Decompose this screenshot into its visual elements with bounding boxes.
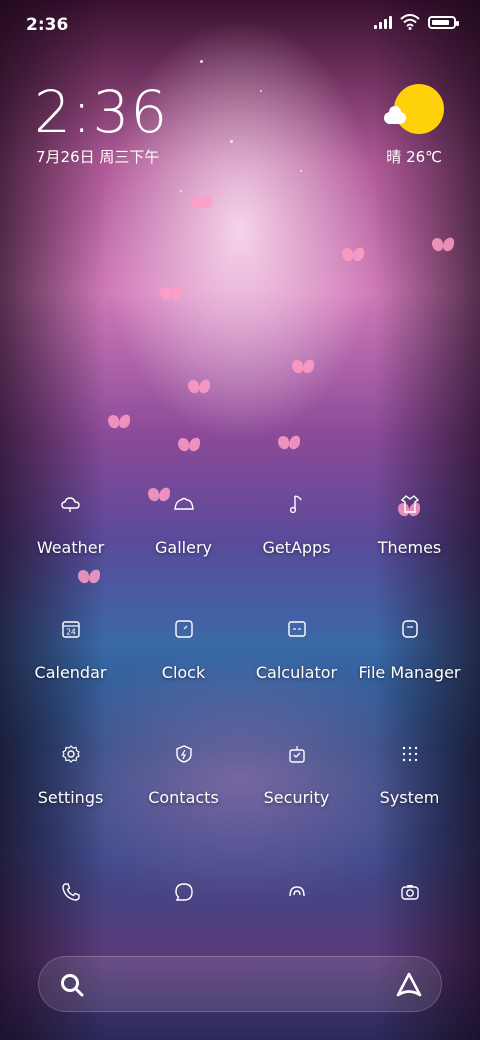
app-calendar[interactable]: 24 Calendar <box>14 609 127 734</box>
svg-text:24: 24 <box>66 628 76 637</box>
gallery-icon[interactable] <box>164 484 204 524</box>
app-settings[interactable]: Settings <box>14 734 127 859</box>
status-icons <box>374 14 459 30</box>
assistant-icon[interactable] <box>395 971 423 999</box>
cloud-icon <box>384 106 406 124</box>
app-label: Weather <box>36 538 105 557</box>
lockscreen-clock[interactable]: 2:36 <box>34 78 168 146</box>
battery-icon <box>428 15 459 29</box>
app-file-manager[interactable]: File Manager <box>353 609 466 734</box>
status-bar: 2:36 <box>0 0 480 50</box>
app-label: GetApps <box>262 538 331 557</box>
lockscreen-date: 7月26日 周三下午 <box>36 148 160 166</box>
app-label: Settings <box>37 788 104 807</box>
calendar-icon[interactable]: 24 <box>51 609 91 649</box>
wifi-icon <box>400 14 420 30</box>
phone-icon[interactable] <box>51 872 91 912</box>
app-label: Themes <box>377 538 442 557</box>
system-folder-icon[interactable] <box>390 734 430 774</box>
camera-icon[interactable] <box>390 872 430 912</box>
search-icon[interactable] <box>59 972 85 998</box>
app-grid: Weather Gallery GetApps Themes 24 Calendar Clo… <box>14 484 466 859</box>
messages-icon[interactable] <box>164 872 204 912</box>
app-label: Contacts <box>148 788 219 807</box>
app-weather[interactable]: Weather <box>14 484 127 609</box>
app-clock[interactable]: Clock <box>127 609 240 734</box>
weather-icon[interactable] <box>51 484 91 524</box>
calculator-icon[interactable] <box>277 609 317 649</box>
browser-icon[interactable] <box>277 872 317 912</box>
app-label: Calculator <box>255 663 338 682</box>
app-label: File Manager <box>358 663 461 682</box>
app-getapps[interactable]: GetApps <box>240 484 353 609</box>
security-icon[interactable] <box>277 734 317 774</box>
signal-icon <box>374 15 392 29</box>
app-contacts[interactable]: Contacts <box>127 734 240 859</box>
search-bar[interactable] <box>38 956 442 1012</box>
weather-summary: 晴 26℃ <box>386 148 442 166</box>
status-time: 2:36 <box>26 15 69 35</box>
app-label: Security <box>263 788 330 807</box>
app-calculator[interactable]: Calculator <box>240 609 353 734</box>
themes-icon[interactable] <box>390 484 430 524</box>
app-label: Gallery <box>155 538 212 557</box>
app-label: Calendar <box>34 663 107 682</box>
app-label: System <box>379 788 440 807</box>
app-system[interactable]: System <box>353 734 466 859</box>
settings-icon[interactable] <box>51 734 91 774</box>
getapps-icon[interactable] <box>277 484 317 524</box>
sun-icon <box>394 84 444 134</box>
app-label: Clock <box>161 663 206 682</box>
clock-icon[interactable] <box>164 609 204 649</box>
app-security[interactable]: Security <box>240 734 353 859</box>
file-manager-icon[interactable] <box>390 609 430 649</box>
app-gallery[interactable]: Gallery <box>127 484 240 609</box>
contacts-icon[interactable] <box>164 734 204 774</box>
app-themes[interactable]: Themes <box>353 484 466 609</box>
